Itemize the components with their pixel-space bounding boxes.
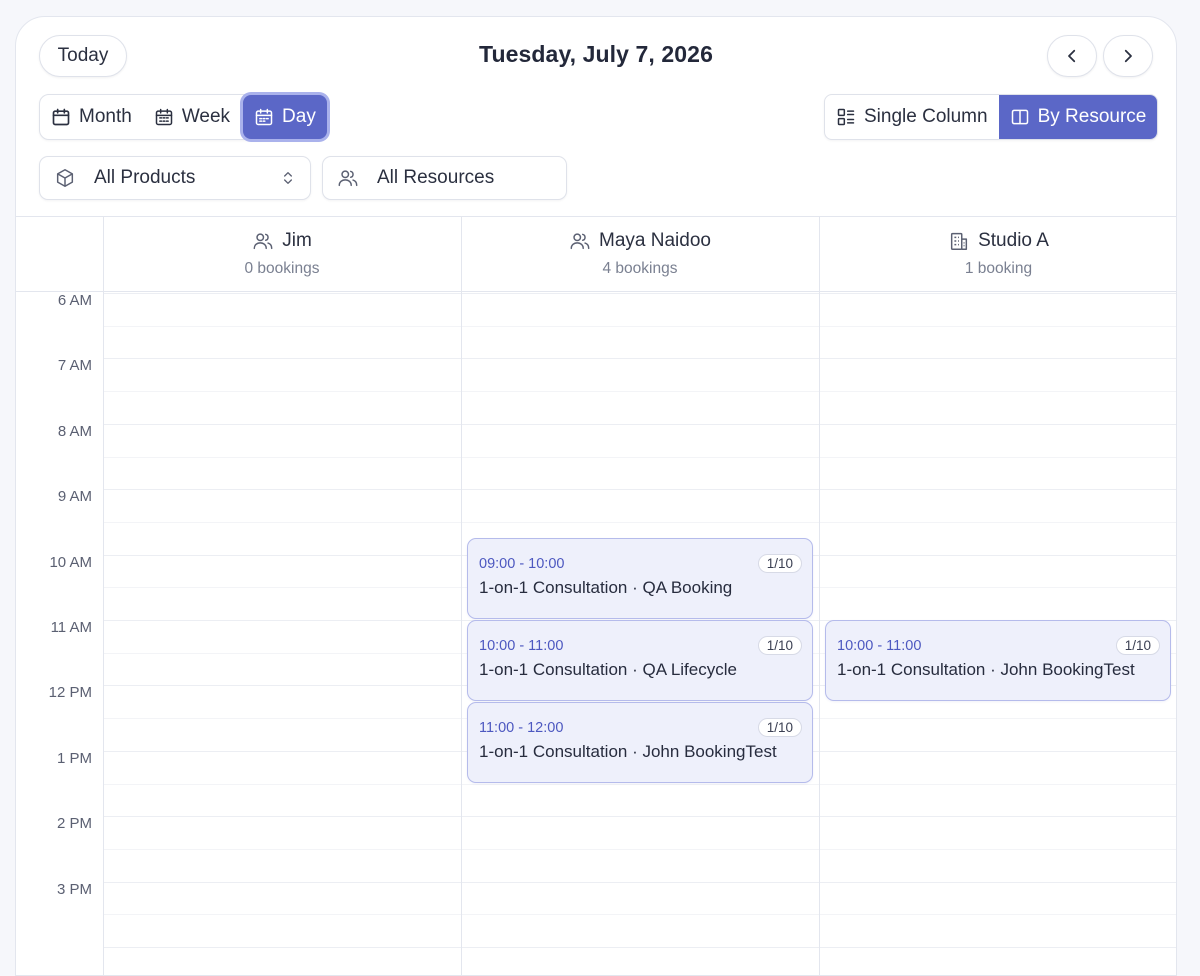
column-divider: [461, 217, 462, 975]
chevron-updown-icon: [284, 172, 292, 184]
single-column-button[interactable]: Single Column: [825, 95, 999, 139]
hour-gridline: [103, 358, 1176, 359]
view-month-label: Month: [79, 106, 132, 127]
hour-gridline: [103, 424, 1176, 425]
resource-booking-count: 0 bookings: [244, 260, 320, 277]
time-label: 6 AM: [57, 292, 92, 309]
booking-event[interactable]: 10:00 - 11:00 1/10 1-on-1 Consultation ·…: [467, 620, 813, 701]
booking-event[interactable]: 10:00 - 11:00 1/10 1-on-1 Consultation ·…: [825, 620, 1171, 701]
building-icon: [951, 232, 968, 250]
products-filter-select[interactable]: All Products: [39, 156, 311, 200]
column-divider: [103, 217, 104, 975]
event-capacity-badge: 1/10: [757, 636, 802, 655]
hour-gridline: [103, 489, 1176, 490]
resource-header-studio-a: Studio A 1 booking: [819, 217, 1176, 292]
time-label: 1 PM: [56, 750, 92, 767]
event-time: 10:00 - 11:00: [837, 638, 922, 654]
time-label: 9 AM: [57, 488, 92, 505]
resource-booking-count: 4 bookings: [602, 260, 678, 277]
time-label: 3 PM: [56, 881, 92, 898]
date-title: Tuesday, July 7, 2026: [479, 41, 713, 67]
previous-day-button[interactable]: [1047, 35, 1097, 77]
view-week-button[interactable]: Week: [143, 95, 241, 139]
view-day-label: Day: [282, 106, 316, 127]
columns-icon: [1011, 109, 1028, 125]
calendar-icon: [52, 108, 70, 126]
event-time: 10:00 - 11:00: [479, 638, 564, 654]
view-week-label: Week: [181, 106, 231, 127]
users-icon: [570, 233, 590, 250]
view-month-button[interactable]: Month: [40, 95, 143, 139]
box-icon: [56, 169, 74, 187]
hour-gridline: [103, 816, 1176, 817]
hour-gridline: [103, 947, 1176, 948]
single-column-label: Single Column: [864, 106, 988, 127]
users-icon: [253, 233, 273, 250]
half-hour-gridline: [103, 784, 1176, 785]
resource-name: Jim: [282, 230, 312, 251]
calendar-day-icon: [255, 108, 273, 126]
time-label: 7 AM: [57, 357, 92, 374]
products-filter-label: All Products: [94, 167, 196, 188]
resources-filter-label: All Resources: [377, 167, 495, 188]
half-hour-gridline: [103, 326, 1176, 327]
time-label: 2 PM: [56, 815, 92, 832]
resources-filter-select[interactable]: All Resources: [322, 156, 567, 200]
layout-switcher: Single Column By Resource: [824, 94, 1159, 140]
event-title: 1-on-1 Consultation · John BookingTest: [837, 660, 1135, 679]
event-time: 09:00 - 10:00: [479, 556, 565, 572]
hour-gridline: [103, 882, 1176, 883]
users-icon: [338, 170, 358, 187]
by-resource-label: By Resource: [1037, 106, 1147, 127]
view-switcher: Month Week Day: [39, 94, 328, 140]
event-title: 1-on-1 Consultation · QA Lifecycle: [479, 660, 737, 679]
by-resource-button[interactable]: By Resource: [998, 95, 1158, 139]
half-hour-gridline: [103, 457, 1176, 458]
event-capacity-badge: 1/10: [757, 554, 802, 573]
booking-event[interactable]: 11:00 - 12:00 1/10 1-on-1 Consultation ·…: [467, 702, 813, 783]
view-day-button[interactable]: Day: [243, 95, 327, 139]
resource-header-row: Jim 0 bookings Maya Naidoo 4 bookings St…: [16, 217, 1176, 292]
chevron-left-icon: [1068, 49, 1076, 63]
resource-header-jim: Jim 0 bookings: [103, 217, 461, 292]
resource-name: Studio A: [978, 230, 1049, 251]
list-layout-icon: [837, 108, 855, 126]
booking-event[interactable]: 09:00 - 10:00 1/10 1-on-1 Consultation ·…: [467, 538, 813, 619]
time-label: 8 AM: [57, 423, 92, 440]
calendar-grid-icon: [155, 108, 173, 126]
event-capacity-badge: 1/10: [1115, 636, 1160, 655]
event-title: 1-on-1 Consultation · John BookingTest: [479, 742, 777, 761]
time-label: 10 AM: [49, 554, 92, 571]
time-label: 12 PM: [48, 684, 92, 701]
column-divider: [819, 217, 820, 975]
resource-header-maya: Maya Naidoo 4 bookings: [461, 217, 819, 292]
calendar-panel: Today Tuesday, July 7, 2026 Month Week D…: [15, 16, 1177, 976]
resource-name: Maya Naidoo: [599, 230, 711, 251]
next-day-button[interactable]: [1103, 35, 1153, 77]
resource-booking-count: 1 booking: [964, 260, 1033, 277]
half-hour-gridline: [103, 391, 1176, 392]
event-capacity-badge: 1/10: [757, 718, 802, 737]
event-time: 11:00 - 12:00: [479, 720, 564, 736]
chevron-right-icon: [1124, 49, 1132, 63]
time-label: 11 AM: [50, 619, 92, 636]
half-hour-gridline: [103, 522, 1176, 523]
event-title: 1-on-1 Consultation · QA Booking: [479, 578, 733, 597]
half-hour-gridline: [103, 849, 1176, 850]
half-hour-gridline: [103, 914, 1176, 915]
hour-gridline: [103, 293, 1176, 294]
